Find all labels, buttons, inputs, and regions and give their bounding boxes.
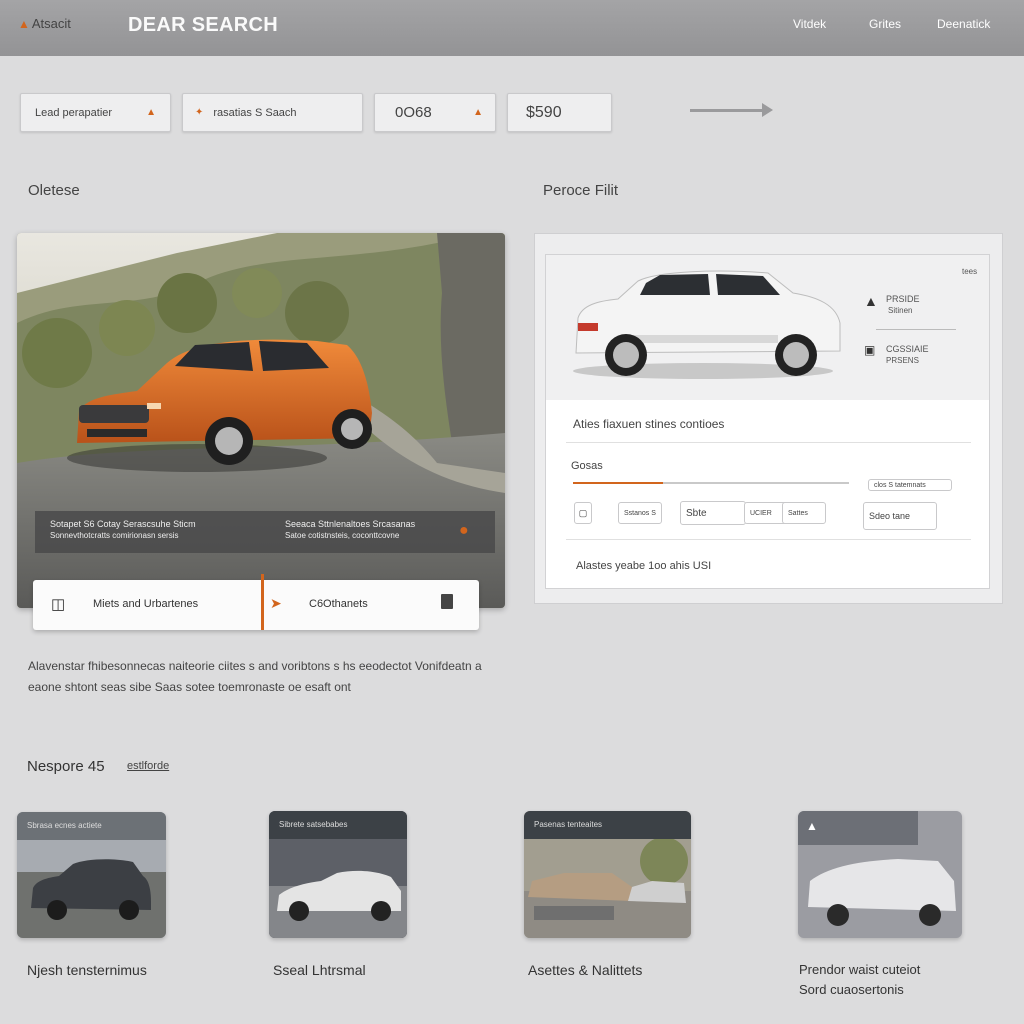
card-2-title[interactable]: Sseal Lhtrsmal <box>273 962 366 978</box>
fish-icon: ● <box>459 522 469 539</box>
option2-sub: PRSENS <box>886 356 919 365</box>
top-bar: ▲ Atsacit DEAR SEARCH Vitdek Grites Deen… <box>0 0 1024 56</box>
chevron-icon: ▲ <box>146 107 156 118</box>
related-card-4[interactable]: ▲ <box>798 811 962 938</box>
hero-caption-bar: Sotapet S6 Cotay Serascsuhe Sticm Sonnev… <box>35 511 495 553</box>
caption-left-1: Sotapet S6 Cotay Serascsuhe Sticm <box>50 519 196 529</box>
search-field-1-text: Lead perapatier <box>35 106 113 119</box>
plane-icon: ➤ <box>270 595 282 611</box>
hero-info-card[interactable]: ◫ Miets and Urbartenes ➤ C6Othanets <box>33 574 479 630</box>
option1-sub: Sitinen <box>888 306 913 315</box>
arrow-right-icon[interactable] <box>690 109 764 112</box>
logo[interactable]: ▲ Atsacit <box>18 16 71 31</box>
card-4-badge-icon: ▲ <box>806 819 818 833</box>
pin-icon: ✦ <box>195 107 204 118</box>
related-card-1[interactable]: Sbrasa ecnes actiete <box>17 812 166 938</box>
card-1-title[interactable]: Njesh tensternimus <box>27 962 147 978</box>
price-text: $590 <box>526 103 562 121</box>
search-field-3-text: 0O68 <box>395 104 432 121</box>
option-divider <box>876 329 956 330</box>
filter-divider <box>566 442 971 443</box>
filter-preview: tees ▲ PRSIDE Sitinen ▣ CGSSIAIE PRSENS <box>546 255 989 400</box>
card-3-header: Pasenas tenteaites <box>524 811 691 839</box>
search-field-1[interactable]: Lead perapatier ▲ <box>20 93 171 132</box>
chip-2[interactable]: Sbte <box>680 501 746 525</box>
option1-label: PRSIDE <box>886 294 920 304</box>
card-4-title-line2[interactable]: Sord cuaosertonis <box>799 982 904 997</box>
description-text: Alavenstar fhibesonnecas naiteorie ciite… <box>28 659 482 694</box>
caption-left-2: Sonnevthotcratts comirionasn sersis <box>50 531 179 540</box>
hero-image[interactable]: Sotapet S6 Cotay Serascsuhe Sticm Sonnev… <box>17 233 505 608</box>
search-field-2[interactable]: ✦ rasatias S Saach <box>182 93 363 132</box>
app-title: DEAR SEARCH <box>128 14 278 36</box>
chevron-icon: ▲ <box>473 107 483 118</box>
nav-item-2[interactable]: Grites <box>869 17 901 31</box>
search-field-3[interactable]: 0O68 ▲ <box>374 93 496 132</box>
left-section-title: Oletese <box>28 182 80 199</box>
card-3-title[interactable]: Asettes & Nalittets <box>528 962 642 978</box>
chip-5[interactable]: Sdeo tane <box>863 502 937 530</box>
fuel-icon: ▲ <box>864 293 878 309</box>
nav-item-3[interactable]: Deenatick <box>937 17 990 31</box>
caption-right-2: Satoe cotistnsteis, coconttcovne <box>285 531 400 540</box>
option2-label: CGSSIAIE <box>886 344 929 354</box>
search-field-2-text: rasatias S Saach <box>213 106 297 119</box>
card-right-label: C6Othanets <box>309 598 368 610</box>
card-4-title[interactable]: Prendor waist cuteiot <box>799 962 920 977</box>
related-card-3[interactable]: Pasenas tenteaites <box>524 811 691 938</box>
corner-label: tees <box>962 267 978 276</box>
arrow-head-icon <box>762 103 773 117</box>
brand-icon: ◫ <box>51 596 66 613</box>
related-title: Nespore 45 <box>27 758 105 775</box>
filter-subtitle: Aties fiaxuen stines contioes <box>573 417 725 431</box>
card-4-image <box>798 811 962 938</box>
filter-section-label: Gosas <box>571 460 603 472</box>
price-field[interactable]: $590 <box>507 93 612 132</box>
logo-text: Atsacit <box>31 16 71 31</box>
card-divider <box>261 574 264 630</box>
card-1-header: Sbrasa ecnes actiete <box>17 812 166 840</box>
engine-icon: ▣ <box>864 343 876 357</box>
filter-divider-2 <box>566 539 971 540</box>
chip-4[interactable]: Sattes <box>782 502 826 524</box>
filter-footer: Alastes yeabe 1oo ahis USI <box>576 560 712 572</box>
slider-fill <box>573 482 663 484</box>
caption-right-1: Seeaca Sttnlenaltoes Srcasanas <box>285 519 416 529</box>
slider-tag: clos S tatemnats <box>868 479 952 491</box>
right-section-title: Peroce Filit <box>543 182 619 199</box>
chip-1[interactable]: Sstanos S <box>618 502 662 524</box>
white-suv-image <box>573 270 841 379</box>
checkbox[interactable]: ▢ <box>574 502 592 524</box>
card-left-label: Miets and Urbartenes <box>93 598 199 610</box>
card-2-header: Sibrete satsebabes <box>269 811 407 839</box>
logo-icon: ▲ <box>18 16 30 31</box>
nav-item-1[interactable]: Vitdek <box>793 17 826 31</box>
bookmark-icon[interactable] <box>441 594 453 609</box>
filter-content: tees ▲ PRSIDE Sitinen ▣ CGSSIAIE PRSENS … <box>545 254 990 589</box>
slider-track[interactable] <box>573 482 849 484</box>
related-card-2[interactable]: Sibrete satsebabes <box>269 811 407 938</box>
related-link[interactable]: estlforde <box>127 760 169 772</box>
